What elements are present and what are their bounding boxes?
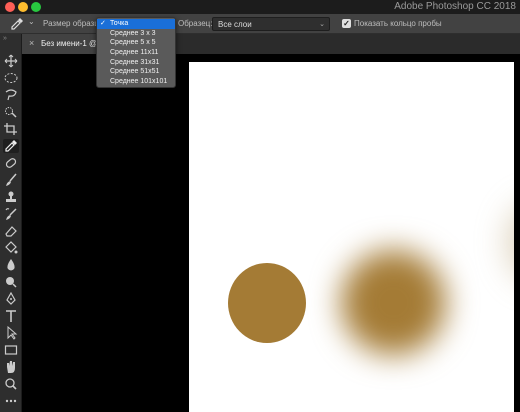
collapse-panel-icon[interactable]: » [3, 35, 7, 42]
options-bar: ⌄ Размер образца: Образец: Все слои ⌄ ✓ … [0, 14, 520, 34]
healing-brush-tool-icon[interactable] [3, 156, 19, 170]
path-selection-tool-icon[interactable] [3, 325, 19, 340]
sample-size-option[interactable]: ✓ Точка [97, 19, 175, 29]
type-tool-icon[interactable] [3, 309, 19, 323]
sample-layers-value: Все слои [218, 20, 252, 29]
dodge-tool-icon[interactable] [3, 275, 19, 289]
sample-layers-select[interactable]: Все слои ⌄ [212, 17, 330, 31]
checkmark-icon: ✓ [100, 20, 106, 27]
sample-size-dropdown-menu: ✓ Точка Среднее 3 x 3 Среднее 5 x 5 Сред… [96, 17, 176, 88]
close-window-button[interactable] [5, 2, 15, 12]
pen-tool-icon[interactable] [3, 291, 19, 306]
show-sampling-ring-checkbox[interactable]: ✓ [342, 19, 351, 28]
crop-tool-icon[interactable] [3, 122, 19, 136]
sample-size-option[interactable]: Среднее 5 x 5 [97, 38, 175, 48]
eraser-tool-icon[interactable] [3, 224, 19, 238]
marquee-tool-icon[interactable] [3, 71, 19, 85]
sample-size-option[interactable]: Среднее 51x51 [97, 67, 175, 77]
lasso-tool-icon[interactable] [3, 88, 19, 102]
rectangle-tool-icon[interactable] [3, 343, 19, 357]
more-tools-icon[interactable] [3, 394, 19, 408]
zoom-window-button[interactable] [31, 2, 41, 12]
chevron-down-icon[interactable]: ⌄ [28, 17, 35, 26]
blur-tool-icon[interactable] [3, 258, 19, 272]
close-icon[interactable]: × [29, 38, 34, 48]
eyedropper-tool-icon[interactable] [3, 139, 19, 153]
sample-size-option[interactable]: Среднее 31x31 [97, 58, 175, 68]
paint-bucket-tool-icon[interactable] [3, 241, 19, 255]
brush-tool-icon[interactable] [3, 173, 19, 187]
history-brush-tool-icon[interactable] [3, 207, 19, 221]
document-tab[interactable]: × Без имени-1 @ [22, 34, 98, 54]
soft-edge-circle [341, 250, 446, 355]
title-bar: Adobe Photoshop CC 2018 [0, 0, 520, 14]
minimize-window-button[interactable] [18, 2, 28, 12]
document-tab-title: Без имени-1 @ [41, 39, 98, 48]
zoom-tool-icon[interactable] [3, 377, 19, 391]
document-canvas[interactable] [189, 62, 514, 412]
sample-size-option[interactable]: Среднее 101x101 [97, 77, 175, 87]
show-sampling-ring-label[interactable]: Показать кольцо пробы [354, 19, 442, 28]
clone-stamp-tool-icon[interactable] [3, 190, 19, 204]
sample-size-option[interactable]: Среднее 3 x 3 [97, 29, 175, 39]
app-title: Adobe Photoshop CC 2018 [394, 1, 516, 12]
workspace [22, 54, 520, 412]
hard-edge-circle [228, 263, 306, 343]
chevron-down-icon: ⌄ [319, 21, 325, 28]
sample-size-option[interactable]: Среднее 11x11 [97, 48, 175, 58]
hand-tool-icon[interactable] [3, 360, 19, 374]
move-tool-icon[interactable] [3, 54, 19, 68]
sample-label: Образец: [178, 19, 213, 28]
eyedropper-tool-preset-icon[interactable] [10, 17, 24, 31]
faint-circle-edge [507, 202, 514, 282]
quick-selection-tool-icon[interactable] [3, 105, 19, 119]
tools-panel: » [0, 34, 22, 412]
